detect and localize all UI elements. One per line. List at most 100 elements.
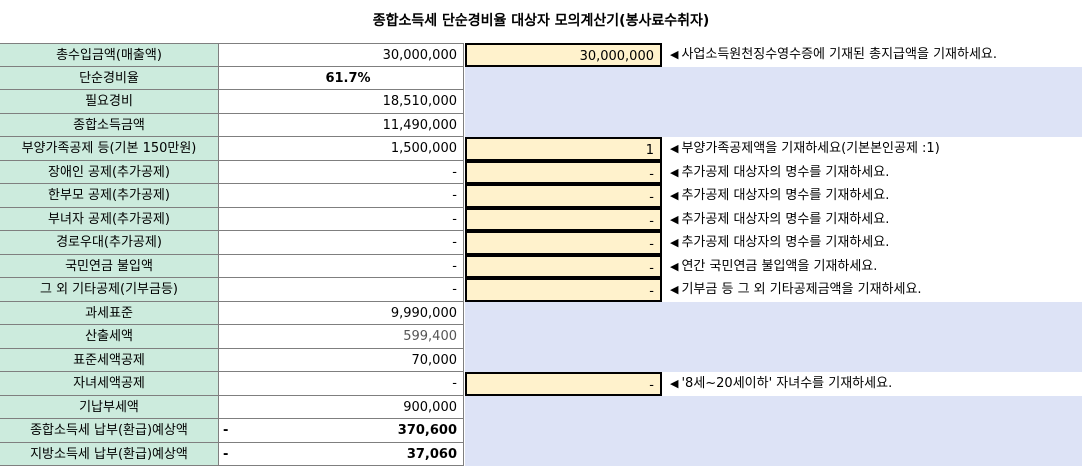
input-cell[interactable]: - [465,231,662,255]
blank-note-cell[interactable] [662,302,1082,326]
blank-cell[interactable] [465,302,662,326]
blank-note-cell[interactable] [662,396,1082,420]
row-note: ◀추가공제 대상자의 명수를 기재하세요. [662,184,1082,208]
blank-note-cell[interactable] [662,349,1082,373]
row-single-parent-deduction: 한부모 공제(추가공제) - - ◀추가공제 대상자의 명수를 기재하세요. [0,184,1082,208]
left-arrow-icon: ◀ [670,142,678,155]
row-value[interactable]: 70,000 [219,349,464,373]
row-prepaid-tax: 기납부세액 900,000 [0,396,1082,420]
row-elderly-deduction: 경로우대(추가공제) - - ◀추가공제 대상자의 명수를 기재하세요. [0,231,1082,255]
left-arrow-icon: ◀ [670,236,678,249]
row-value[interactable]: 9,990,000 [219,302,464,326]
row-value[interactable]: -370,600 [219,419,464,443]
row-value[interactable]: - [219,231,464,255]
row-label: 지방소득세 납부(환급)예상액 [0,443,219,466]
row-value[interactable]: -37,060 [219,443,464,466]
input-cell[interactable]: - [465,278,662,302]
row-value[interactable]: - [219,161,464,185]
row-value[interactable]: - [219,255,464,279]
note-text: 추가공제 대상자의 명수를 기재하세요. [681,165,889,180]
input-cell[interactable]: - [465,184,662,208]
row-label: 기납부세액 [0,396,219,420]
row-other-deduction: 그 외 기타공제(기부금등) - - ◀기부금 등 그 외 기타공제금액을 기재… [0,278,1082,302]
row-note: ◀추가공제 대상자의 명수를 기재하세요. [662,208,1082,232]
blank-note-cell[interactable] [662,114,1082,138]
blank-note-cell[interactable] [662,325,1082,349]
input-cell[interactable]: - [465,161,662,185]
left-arrow-icon: ◀ [670,48,678,61]
row-note: ◀연간 국민연금 불입액을 기재하세요. [662,255,1082,279]
row-value[interactable]: 61.7% [219,67,464,91]
note-text: 추가공제 대상자의 명수를 기재하세요. [681,212,889,227]
row-label: 자녀세액공제 [0,372,219,396]
blank-cell[interactable] [465,325,662,349]
row-woman-deduction: 부녀자 공제(추가공제) - - ◀추가공제 대상자의 명수를 기재하세요. [0,208,1082,232]
row-label: 한부모 공제(추가공제) [0,184,219,208]
left-arrow-icon: ◀ [670,166,678,179]
row-label: 그 외 기타공제(기부금등) [0,278,219,302]
input-cell[interactable]: 30,000,000 [465,43,662,67]
blank-cell[interactable] [465,67,662,91]
row-value[interactable]: - [219,372,464,396]
input-cell[interactable]: - [465,372,662,396]
calculator-sheet: 총수입금액(매출액) 30,000,000 30,000,000 ◀사업소득원천… [0,43,1082,466]
row-note: ◀부양가족공제액을 기재하세요(기본본인공제 :1) [662,137,1082,161]
row-value[interactable]: - [219,278,464,302]
blank-cell[interactable] [465,443,662,466]
blank-note-cell[interactable] [662,90,1082,114]
row-label: 장애인 공제(추가공제) [0,161,219,185]
amount-text: 37,060 [407,447,457,462]
value-prefix: - [223,419,228,442]
blank-cell[interactable] [465,396,662,420]
row-note: ◀추가공제 대상자의 명수를 기재하세요. [662,231,1082,255]
input-cell[interactable]: 1 [465,137,662,161]
input-cell[interactable]: - [465,208,662,232]
row-label: 표준세액공제 [0,349,219,373]
row-label: 단순경비율 [0,67,219,91]
blank-cell[interactable] [465,349,662,373]
row-label: 부녀자 공제(추가공제) [0,208,219,232]
left-arrow-icon: ◀ [670,283,678,296]
row-label: 종합소득세 납부(환급)예상액 [0,419,219,443]
left-arrow-icon: ◀ [670,377,678,390]
note-text: '8세~20세이하' 자녀수를 기재하세요. [681,376,892,391]
row-label: 국민연금 불입액 [0,255,219,279]
input-cell[interactable]: - [465,255,662,279]
row-label: 종합소득금액 [0,114,219,138]
row-dependent-deduction: 부양가족공제 등(기본 150만원) 1,500,000 1 ◀부양가족공제액을… [0,137,1082,161]
row-disabled-deduction: 장애인 공제(추가공제) - - ◀추가공제 대상자의 명수를 기재하세요. [0,161,1082,185]
row-value[interactable]: 30,000,000 [219,43,464,67]
row-standard-tax-credit: 표준세액공제 70,000 [0,349,1082,373]
row-label: 부양가족공제 등(기본 150만원) [0,137,219,161]
blank-cell[interactable] [465,114,662,138]
row-local-tax-due: 지방소득세 납부(환급)예상액 -37,060 [0,443,1082,466]
note-text: 연간 국민연금 불입액을 기재하세요. [681,259,877,274]
blank-cell[interactable] [465,90,662,114]
note-text: 추가공제 대상자의 명수를 기재하세요. [681,188,889,203]
row-comprehensive-income: 종합소득금액 11,490,000 [0,114,1082,138]
calculator-title: 종합소득세 단순경비율 대상자 모의계산기(봉사료수취자) [0,0,1082,42]
row-calculated-tax: 산출세액 599,400 [0,325,1082,349]
blank-cell[interactable] [465,419,662,443]
row-value[interactable]: 599,400 [219,325,464,349]
note-text: 부양가족공제액을 기재하세요(기본본인공제 :1) [681,141,939,156]
left-arrow-icon: ◀ [670,213,678,226]
row-note: ◀사업소득원천징수영수증에 기재된 총지급액을 기재하세요. [662,43,1082,67]
blank-note-cell[interactable] [662,67,1082,91]
row-necessary-expense: 필요경비 18,510,000 [0,90,1082,114]
row-value[interactable]: 1,500,000 [219,137,464,161]
row-total-income: 총수입금액(매출액) 30,000,000 30,000,000 ◀사업소득원천… [0,43,1082,67]
blank-note-cell[interactable] [662,443,1082,466]
row-note: ◀기부금 등 그 외 기타공제금액을 기재하세요. [662,278,1082,302]
rate-value: 61.7% [219,67,457,90]
blank-note-cell[interactable] [662,419,1082,443]
note-text: 추가공제 대상자의 명수를 기재하세요. [681,235,889,250]
row-value[interactable]: - [219,208,464,232]
note-text: 기부금 등 그 외 기타공제금액을 기재하세요. [681,282,921,297]
row-label: 필요경비 [0,90,219,114]
row-value[interactable]: 18,510,000 [219,90,464,114]
left-arrow-icon: ◀ [670,260,678,273]
row-value[interactable]: 11,490,000 [219,114,464,138]
row-value[interactable]: - [219,184,464,208]
row-value[interactable]: 900,000 [219,396,464,420]
